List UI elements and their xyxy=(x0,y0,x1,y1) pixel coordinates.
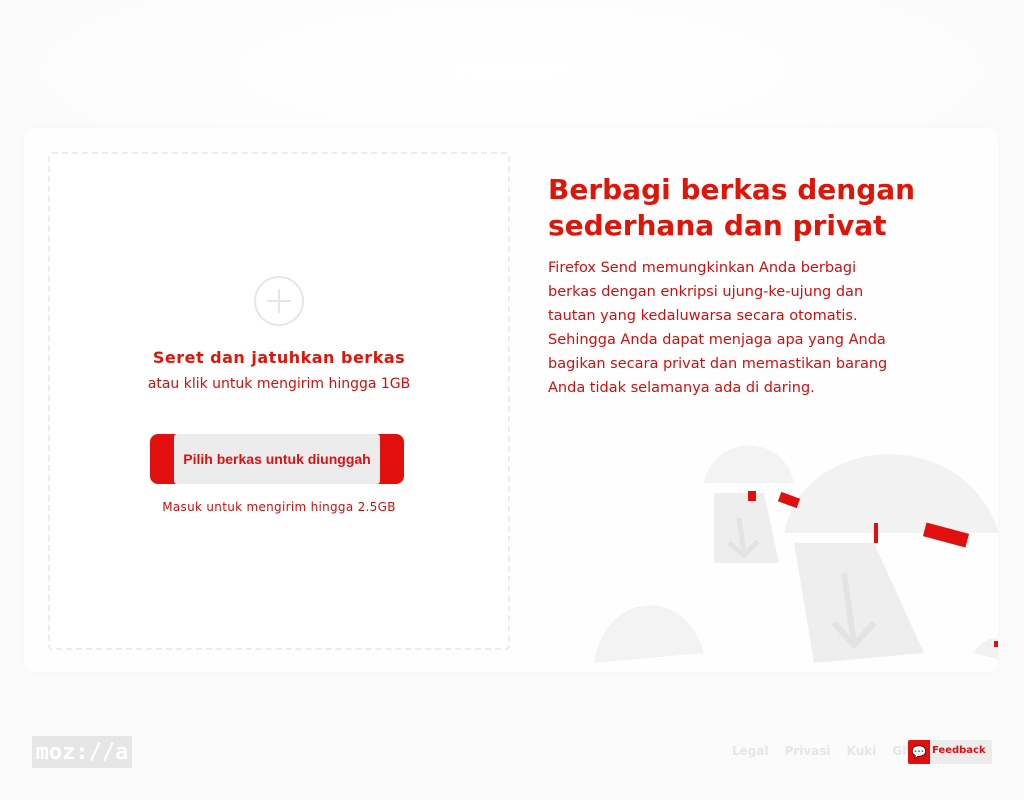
speech-bubble-icon: 💬 xyxy=(908,740,930,764)
dropzone-title: Seret dan jatuhkan berkas xyxy=(152,348,406,367)
footer-link-legal[interactable]: Legal xyxy=(732,744,769,758)
plus-icon[interactable] xyxy=(254,276,304,326)
large-parachute-icon xyxy=(784,454,998,663)
small-parachute-icon xyxy=(704,445,801,563)
main-card: Seret dan jatuhkan berkas atau klik untu… xyxy=(24,128,998,672)
intro-section: Berbagi berkas dengan sederhana dan priv… xyxy=(548,172,948,400)
feedback-label: Feedback xyxy=(932,745,986,756)
intro-title: Berbagi berkas dengan sederhana dan priv… xyxy=(548,173,916,242)
edge-parachute-icon xyxy=(974,638,998,659)
dropzone-subtitle: atau klik untuk mengirim hingga 1GB xyxy=(147,376,411,392)
bottom-parachute-icon xyxy=(594,605,704,663)
parachute-illustration-image xyxy=(594,445,998,663)
feedback-button[interactable]: 💬 Feedback xyxy=(908,740,992,764)
footer-link-cookies[interactable]: Kuki xyxy=(847,744,877,758)
mozilla-logo[interactable]: moz://a xyxy=(32,736,132,768)
select-files-label: Pilih berkas untuk diunggah xyxy=(174,434,380,484)
upload-dropzone[interactable]: Seret dan jatuhkan berkas atau klik untu… xyxy=(48,152,510,650)
intro-body: Firefox Send memungkinkan Anda berbagi b… xyxy=(548,260,888,396)
signin-note: Masuk untuk mengirim hingga 2.5GB xyxy=(162,500,396,514)
footer-link-privacy[interactable]: Privasi xyxy=(785,744,831,758)
select-files-button[interactable]: Pilih berkas untuk diunggah xyxy=(150,434,404,484)
page-footer: moz://a Legal Privasi Kuki GitHub 💬 Feed… xyxy=(0,728,1024,778)
